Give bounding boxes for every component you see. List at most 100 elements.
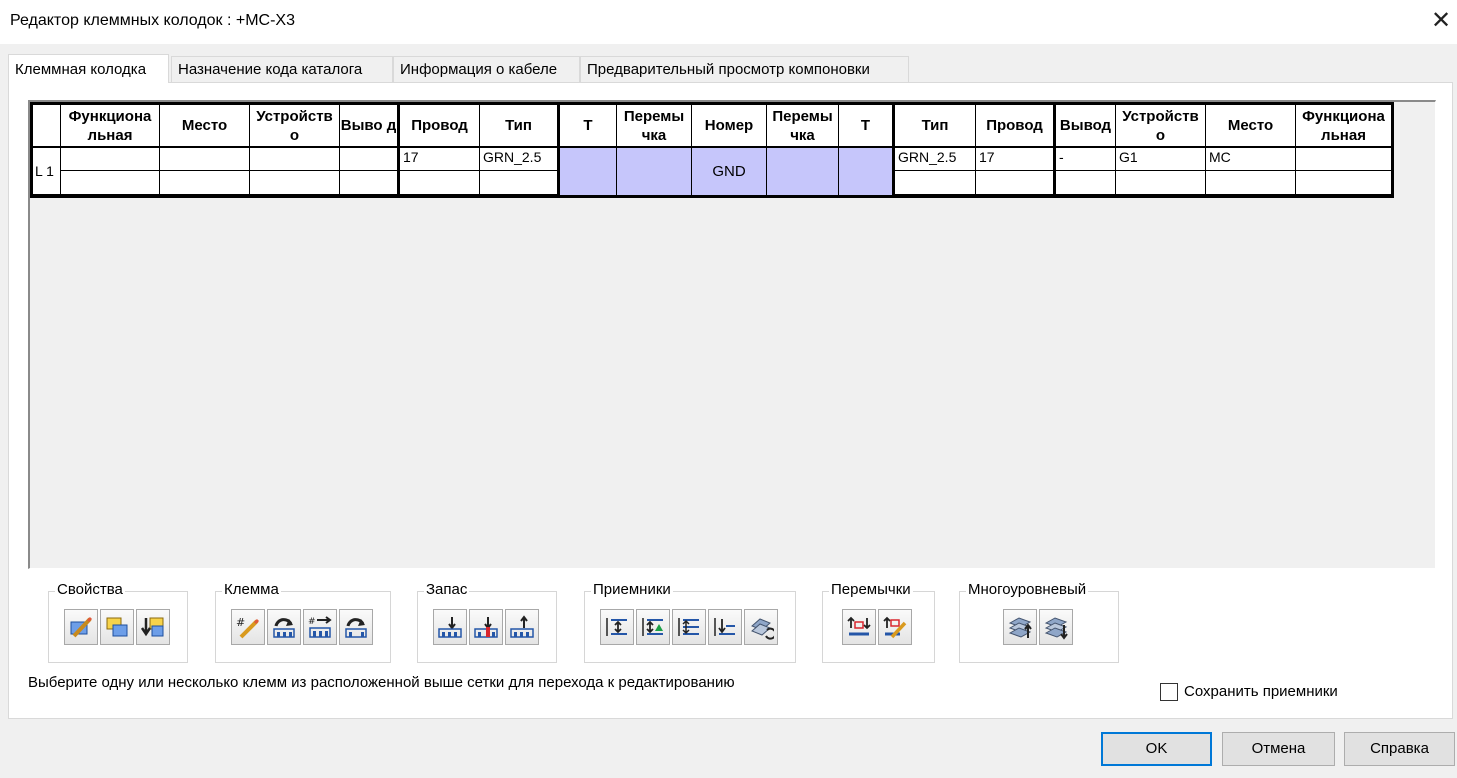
- insert-terminal-icon: [273, 618, 295, 638]
- cell-device-left[interactable]: [250, 148, 340, 171]
- edit-properties-button[interactable]: [64, 609, 98, 645]
- header-type-left[interactable]: Тип: [480, 105, 560, 146]
- header-jumper-left[interactable]: Перемы чка: [617, 105, 692, 146]
- group-label-spare: Запас: [424, 581, 470, 598]
- cell-function-right-2[interactable]: [1296, 171, 1391, 195]
- tab-label: Назначение кода каталога: [178, 61, 363, 78]
- header-terminal-right[interactable]: Вывод: [1056, 105, 1116, 146]
- header-t-left[interactable]: T: [560, 105, 617, 146]
- cell-device-right-2[interactable]: [1116, 171, 1206, 195]
- add-spare-button[interactable]: [469, 609, 503, 645]
- tab-label: Информация о кабеле: [400, 61, 558, 78]
- cell-device-left-2[interactable]: [250, 171, 340, 195]
- header-jumper-right[interactable]: Перемы чка: [767, 105, 839, 146]
- tab-terminal-strip[interactable]: Клеммная колодка: [8, 54, 169, 83]
- tab-label: Клеммная колодка: [15, 61, 147, 78]
- insert-terminal-button[interactable]: [267, 609, 301, 645]
- grid-corner: [33, 105, 61, 146]
- receivers-swap-button[interactable]: [744, 609, 778, 645]
- jumper-insert-button[interactable]: [842, 609, 876, 645]
- cell-type-left-2[interactable]: [480, 171, 560, 195]
- receivers-merge-button[interactable]: [672, 609, 706, 645]
- cell-jumper-left[interactable]: [617, 148, 692, 195]
- header-t-right[interactable]: T: [839, 105, 895, 146]
- cell-wire-right-2[interactable]: [976, 171, 1056, 195]
- cell-number[interactable]: GND: [692, 148, 767, 195]
- cell-terminal-right-2[interactable]: [1056, 171, 1116, 195]
- close-icon[interactable]: ✕: [1428, 8, 1454, 34]
- cell-type-right[interactable]: GRN_2.5: [895, 148, 976, 171]
- cell-terminal-left[interactable]: [340, 148, 400, 171]
- multilevel-down-button[interactable]: [1039, 609, 1073, 645]
- cell-location-right-2[interactable]: [1206, 171, 1296, 195]
- jumper-edit-button[interactable]: [878, 609, 912, 645]
- move-terminal-button[interactable]: #: [303, 609, 337, 645]
- header-function-left[interactable]: Функциона льная: [61, 105, 160, 146]
- header-function-right[interactable]: Функциона льная: [1296, 105, 1391, 146]
- header-wire-left[interactable]: Провод: [400, 105, 480, 146]
- remove-spare-button[interactable]: [505, 609, 539, 645]
- multilevel-up-button[interactable]: [1003, 609, 1037, 645]
- cell-location-left-2[interactable]: [160, 171, 250, 195]
- receivers-swap-icon: [751, 618, 774, 640]
- cell-type-right-2[interactable]: [895, 171, 976, 195]
- paste-properties-button[interactable]: [136, 609, 170, 645]
- remove-spare-icon: [510, 615, 534, 638]
- cell-t-right[interactable]: [839, 148, 895, 195]
- group-label-terminal: Клемма: [222, 581, 281, 598]
- cell-wire-right[interactable]: 17: [976, 148, 1056, 171]
- ok-button[interactable]: OK: [1101, 732, 1212, 766]
- renumber-terminal-button[interactable]: #: [231, 609, 265, 645]
- group-label-properties: Свойства: [55, 581, 125, 598]
- help-button[interactable]: Справка: [1344, 732, 1455, 766]
- header-wire-right[interactable]: Провод: [976, 105, 1056, 146]
- cell-function-left[interactable]: [61, 148, 160, 171]
- header-type-right[interactable]: Тип: [895, 105, 976, 146]
- header-location-left[interactable]: Место: [160, 105, 250, 146]
- header-location-right[interactable]: Место: [1206, 105, 1296, 146]
- window-title: Редактор клеммных колодок : +MC-X3: [10, 12, 295, 29]
- add-spare-icon: [474, 617, 498, 638]
- cell-terminal-right[interactable]: -: [1056, 148, 1116, 171]
- receivers-add-button[interactable]: [636, 609, 670, 645]
- insert-spare-button[interactable]: [433, 609, 467, 645]
- header-number[interactable]: Номер: [692, 105, 767, 146]
- cell-location-right[interactable]: MC: [1206, 148, 1296, 171]
- save-receivers-label[interactable]: Сохранить приемники: [1184, 683, 1338, 700]
- header-terminal-left[interactable]: Выво д: [340, 105, 400, 146]
- multilevel-up-icon: [1008, 617, 1032, 638]
- header-device-left[interactable]: Устройств о: [250, 105, 340, 146]
- tab-catalog-code[interactable]: Назначение кода каталога: [171, 56, 393, 82]
- jumper-edit-icon: [883, 616, 907, 639]
- save-receivers-checkbox[interactable]: [1160, 683, 1178, 701]
- cell-function-left-2[interactable]: [61, 171, 160, 195]
- cell-wire-left-2[interactable]: [400, 171, 480, 195]
- receivers-down-button[interactable]: [708, 609, 742, 645]
- cancel-button[interactable]: Отмена: [1222, 732, 1335, 766]
- cell-device-right[interactable]: G1: [1116, 148, 1206, 171]
- tab-label: Предварительный просмотр компоновки: [587, 61, 870, 78]
- cell-type-left[interactable]: GRN_2.5: [480, 148, 560, 171]
- cell-location-left[interactable]: [160, 148, 250, 171]
- copy-properties-button[interactable]: [100, 609, 134, 645]
- svg-text:#: #: [236, 616, 245, 629]
- tab-layout-preview[interactable]: Предварительный просмотр компоновки: [580, 56, 909, 82]
- receivers-down-icon: [714, 618, 735, 636]
- cell-function-right[interactable]: [1296, 148, 1391, 171]
- cell-terminal-left-2[interactable]: [340, 171, 400, 195]
- reverse-terminal-button[interactable]: [339, 609, 373, 645]
- multilevel-down-icon: [1044, 617, 1068, 640]
- copy-properties-icon: [106, 617, 128, 637]
- status-hint: Выберите одну или несколько клемм из рас…: [28, 674, 735, 691]
- cell-jumper-right[interactable]: [767, 148, 839, 195]
- svg-text:#: #: [308, 617, 316, 627]
- renumber-icon: #: [236, 616, 260, 639]
- receivers-spread-button[interactable]: [600, 609, 634, 645]
- cell-t-left[interactable]: [560, 148, 617, 195]
- paste-properties-icon: [140, 617, 164, 637]
- jumper-insert-icon: [847, 616, 871, 636]
- row-label[interactable]: L 1: [33, 148, 61, 195]
- tab-cable-info[interactable]: Информация о кабеле: [393, 56, 580, 82]
- header-device-right[interactable]: Устройств о: [1116, 105, 1206, 146]
- cell-wire-left[interactable]: 17: [400, 148, 480, 171]
